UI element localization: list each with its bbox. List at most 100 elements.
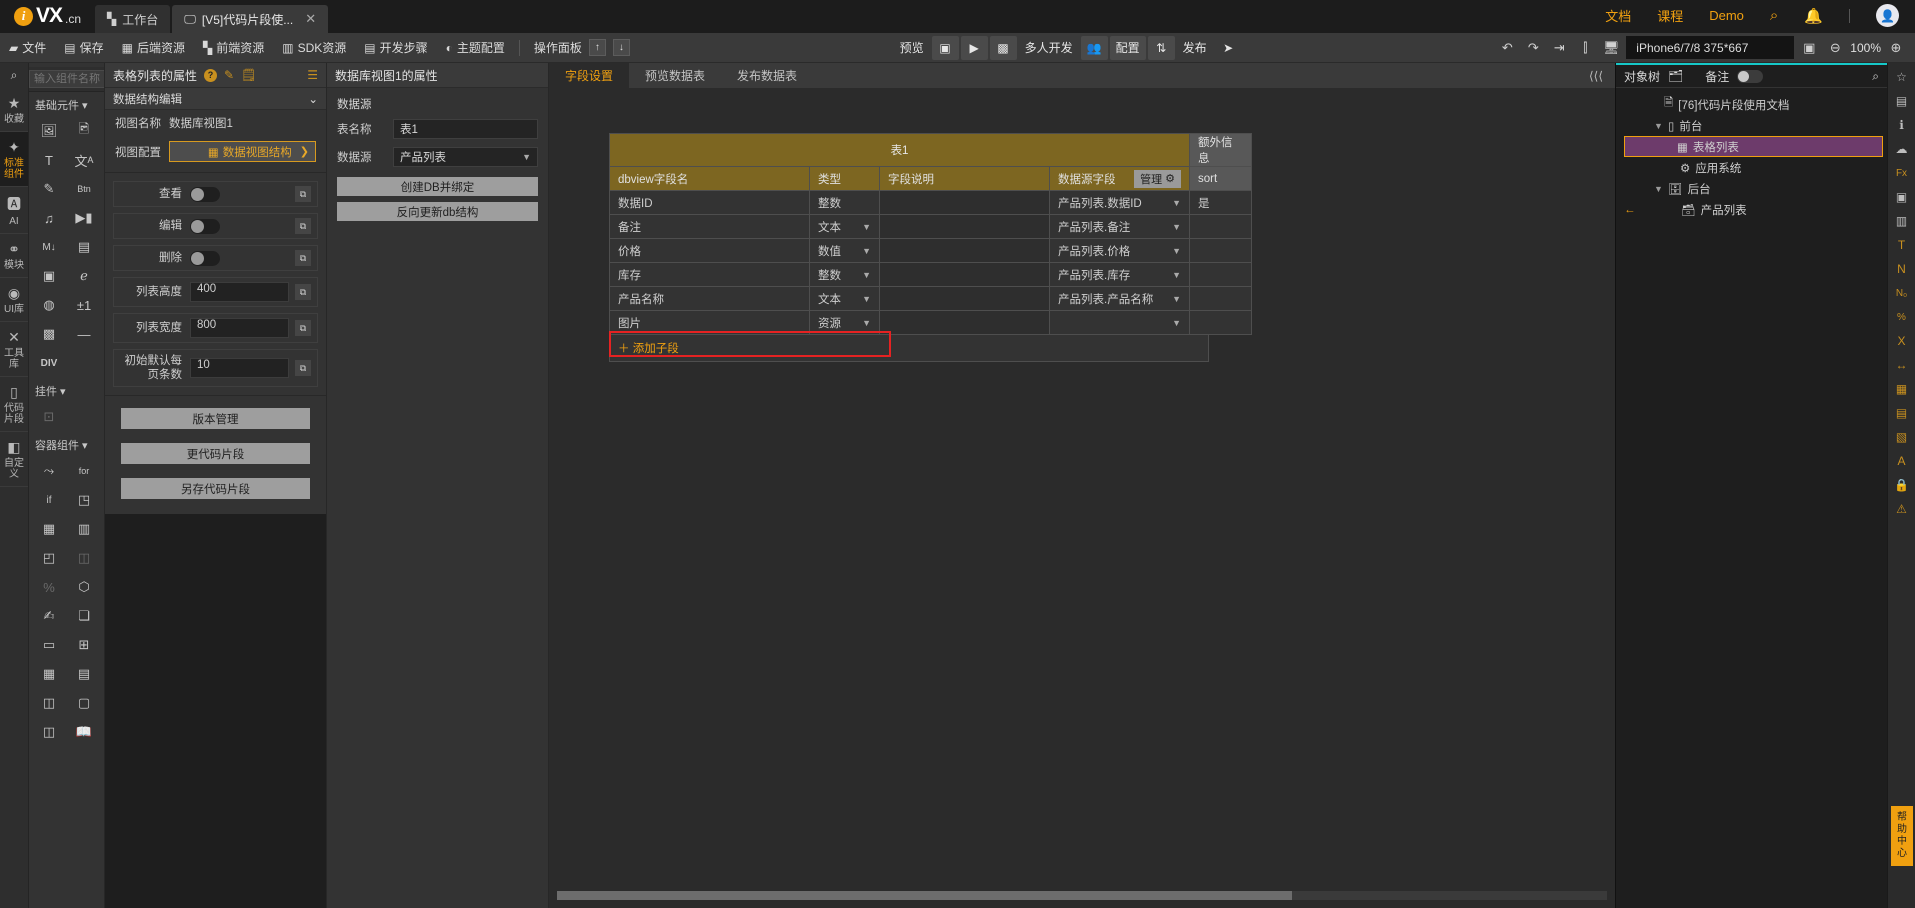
arrow-up-icon[interactable]: ↑: [588, 39, 606, 56]
popup-icon[interactable]: ◫: [68, 545, 100, 571]
fx-icon[interactable]: Fx: [1891, 164, 1913, 182]
bell-icon[interactable]: 🔔: [1804, 7, 1823, 25]
cell-field-name[interactable]: 图片: [609, 310, 810, 335]
copy-icon[interactable]: ⧉: [295, 284, 311, 300]
view-toggle[interactable]: [190, 186, 220, 202]
palette-group-widget[interactable]: 挂件 ▾: [29, 378, 104, 402]
copy-icon[interactable]: ❏: [68, 603, 100, 629]
snapshot-icon[interactable]: ▣: [1798, 37, 1820, 59]
menu-dev-steps[interactable]: ▤ 开发步骤: [355, 33, 436, 63]
percent-icon[interactable]: %: [1891, 308, 1913, 326]
link-demo[interactable]: Demo: [1709, 8, 1744, 23]
help-icon[interactable]: ?: [204, 68, 218, 82]
iframe-icon[interactable]: ℯ: [68, 263, 100, 289]
list-width-input[interactable]: 800: [190, 318, 289, 338]
split-icon[interactable]: ⊞: [68, 632, 100, 658]
cell-source-field[interactable]: 产品列表.价格 ▼: [1048, 238, 1191, 263]
copy-icon[interactable]: ⧉: [295, 360, 311, 376]
div-icon[interactable]: DIV: [33, 350, 65, 376]
edit-icon[interactable]: ✎: [33, 176, 65, 202]
tree-icon[interactable]: 🗂: [1668, 69, 1683, 83]
list2-icon[interactable]: ▤: [1891, 404, 1913, 422]
cell-description[interactable]: [879, 238, 1050, 263]
back-arrow-icon[interactable]: ←: [1624, 204, 1648, 216]
menu-save[interactable]: ▤ 保存: [55, 33, 112, 63]
reverse-update-db-button[interactable]: 反向更新db结构: [337, 202, 538, 221]
rail-item-modules[interactable]: ⚭ 模块: [0, 234, 28, 278]
tab-preview-datatable[interactable]: 预览数据表: [629, 63, 721, 88]
cell-source-field[interactable]: 产品列表.备注 ▼: [1048, 214, 1191, 239]
manage-button[interactable]: 管理 ⚙: [1134, 169, 1182, 188]
menu-icon[interactable]: ☰: [307, 68, 318, 82]
slider-icon[interactable]: ⇅: [1147, 35, 1175, 60]
cell-field-name[interactable]: 价格: [609, 238, 810, 263]
cell-type[interactable]: 文本 ▼: [809, 286, 880, 311]
cell-field-name[interactable]: 备注: [609, 214, 810, 239]
add-field-button[interactable]: ＋ 添加子段: [609, 335, 1209, 362]
star-icon[interactable]: ☆: [1891, 68, 1913, 86]
layers-icon[interactable]: ▤: [1891, 92, 1913, 110]
cell-sort[interactable]: [1189, 214, 1253, 239]
tree-item-frontend[interactable]: ▼ ▯ 前台: [1616, 115, 1887, 136]
copy-icon[interactable]: ⧉: [295, 250, 311, 266]
tree-item-table-list[interactable]: ▦ 表格列表: [1624, 136, 1883, 157]
tree-item-app-system[interactable]: ⚙ 应用系统: [1616, 157, 1887, 178]
rail-item-standard-components[interactable]: ✦ 标准组件: [0, 132, 28, 187]
list-icon[interactable]: ▤: [68, 234, 100, 260]
link-courses[interactable]: 课程: [1657, 6, 1683, 25]
page-preview-icon[interactable]: ▣: [931, 35, 959, 60]
button-icon[interactable]: Btn: [68, 176, 100, 202]
save-as-snippet-button[interactable]: 另存代码片段: [121, 478, 310, 499]
edit-toggle[interactable]: [190, 218, 220, 234]
cell-type[interactable]: 整数 ▼: [809, 262, 880, 287]
cell-field-name[interactable]: 库存: [609, 262, 810, 287]
table-name-input[interactable]: 表1: [393, 119, 538, 139]
copy-icon[interactable]: ⧉: [295, 320, 311, 336]
tree-item-backend[interactable]: ▼ 🗄 后台: [1616, 178, 1887, 199]
number-icon[interactable]: ±1: [68, 292, 100, 318]
create-db-bind-button[interactable]: 创建DB并绑定: [337, 177, 538, 196]
cell-sort[interactable]: 是: [1189, 190, 1253, 215]
card-icon[interactable]: ▣: [33, 263, 65, 289]
qrcode-icon[interactable]: ▩: [33, 321, 65, 347]
copy-icon[interactable]: ⧉: [295, 186, 311, 202]
distribute-icon[interactable]: ⫿: [1574, 37, 1596, 59]
box-icon[interactable]: ▣: [1891, 188, 1913, 206]
palette-group-container[interactable]: 容器组件 ▾: [29, 432, 104, 456]
menu-theme-config[interactable]: ◐ 主题配置: [437, 33, 514, 63]
markdown-icon[interactable]: M↓: [33, 234, 65, 260]
listcontainer-icon[interactable]: ▥: [68, 516, 100, 542]
N-icon[interactable]: N: [1891, 260, 1913, 278]
search-icon[interactable]: ⌕: [1770, 7, 1778, 24]
cell-source-field[interactable]: 产品列表.库存 ▼: [1048, 262, 1191, 287]
multi-dev-button[interactable]: 多人开发: [1019, 36, 1079, 60]
panel-icon[interactable]: ◫: [33, 690, 65, 716]
cell-description[interactable]: [879, 286, 1050, 311]
help-center-button[interactable]: 帮助中心: [1891, 806, 1913, 866]
rail-item-tool-library[interactable]: ✕ 工具库: [0, 322, 28, 377]
view-config-button[interactable]: ▦ 数据视图结构 ❯: [169, 141, 316, 162]
menu-backend-resources[interactable]: ▦ 后端资源: [113, 33, 194, 63]
page-icon[interactable]: ◳: [68, 487, 100, 513]
cell-type[interactable]: 文本 ▼: [809, 214, 880, 239]
widget-icon[interactable]: ⊡: [33, 404, 65, 430]
publish-button[interactable]: 发布: [1177, 36, 1213, 60]
cell-description[interactable]: [879, 262, 1050, 287]
tree-item-product-list[interactable]: ← 🗃 产品列表: [1616, 199, 1887, 220]
lock-icon[interactable]: 🔒: [1891, 476, 1913, 494]
list-height-input[interactable]: 400: [190, 282, 289, 302]
layer-icon[interactable]: ◰: [33, 545, 65, 571]
note-toggle[interactable]: [1737, 69, 1764, 83]
rail-search-icon[interactable]: ⌕: [0, 63, 28, 88]
link-docs[interactable]: 文档: [1605, 6, 1631, 25]
form-icon[interactable]: ✍: [33, 603, 65, 629]
edit-icon[interactable]: ✎: [224, 68, 234, 82]
T-icon[interactable]: T: [1891, 236, 1913, 254]
copy-icon[interactable]: ⧉: [295, 218, 311, 234]
cell-sort[interactable]: [1189, 262, 1253, 287]
rail-item-code-snippet[interactable]: ▯ 代码片段: [0, 377, 28, 432]
tabs-icon[interactable]: ▦: [33, 516, 65, 542]
richtext-icon[interactable]: 文ᴬ: [68, 147, 100, 173]
chart-icon[interactable]: ▥: [1891, 212, 1913, 230]
zoom-in-icon[interactable]: ⊕: [1885, 37, 1907, 59]
